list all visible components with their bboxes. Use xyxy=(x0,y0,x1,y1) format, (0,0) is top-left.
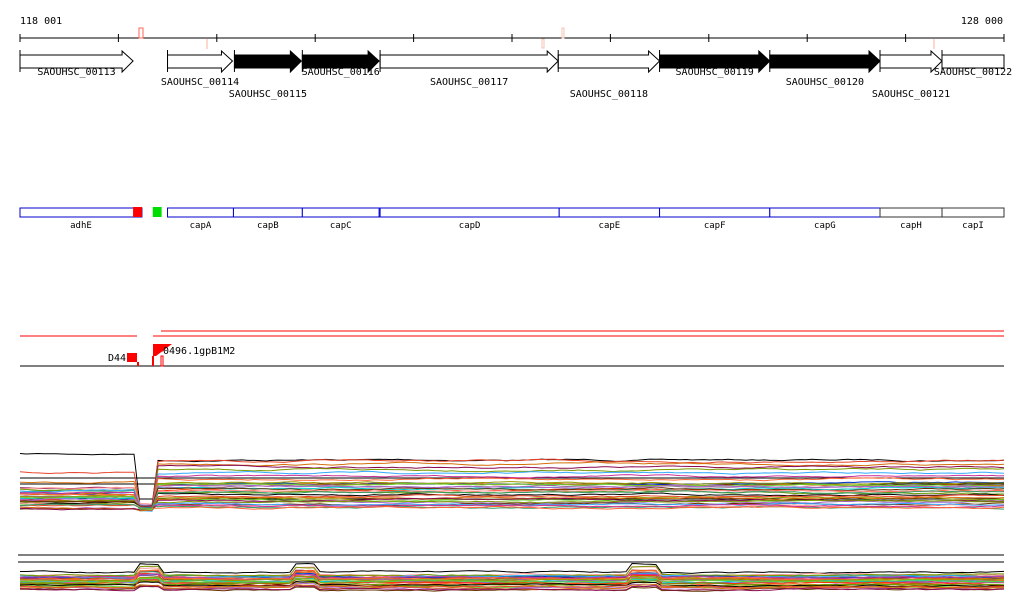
variant-marker xyxy=(206,39,208,49)
variant-marker xyxy=(138,27,144,39)
annotation-label: capI xyxy=(962,221,984,231)
annotation-label: capC xyxy=(330,221,352,231)
feature-label-d44: D44 xyxy=(108,353,126,364)
gene-saouhsc_00116[interactable]: SAOUHSC_00116 xyxy=(302,49,380,78)
gene-saouhsc_00119[interactable]: SAOUHSC_00119 xyxy=(659,49,771,78)
gene-saouhsc_00117[interactable]: SAOUHSC_00117 xyxy=(379,49,559,88)
gene-label: SAOUHSC_00121 xyxy=(872,89,950,100)
coverage-panel-top xyxy=(19,452,1005,512)
gene-label: SAOUHSC_00119 xyxy=(676,67,754,78)
ruler-start-label: 118 001 xyxy=(20,16,62,27)
coverage-trace xyxy=(20,562,1005,574)
feature-block[interactable] xyxy=(127,353,137,362)
annotation-box[interactable] xyxy=(301,207,380,218)
gene-label: SAOUHSC_00122 xyxy=(934,67,1012,78)
annotation-capH[interactable]: capH xyxy=(879,207,943,231)
annotation-label: capA xyxy=(190,221,212,231)
annotation-label: capG xyxy=(814,221,836,231)
annotation-box[interactable] xyxy=(558,207,661,218)
gene-label: SAOUHSC_00116 xyxy=(302,67,380,78)
annotation-label: adhE xyxy=(70,221,92,231)
gene-arrow[interactable] xyxy=(379,49,559,74)
annotation-box[interactable] xyxy=(19,207,143,218)
gene-label: SAOUHSC_00118 xyxy=(570,89,648,100)
gene-saouhsc_00115[interactable]: SAOUHSC_00115 xyxy=(229,49,307,100)
annotation-capD[interactable]: capD xyxy=(379,207,560,231)
variant-marker xyxy=(541,38,545,49)
ruler-end-label: 128 000 xyxy=(961,16,1003,27)
annotation-box[interactable] xyxy=(167,207,234,218)
gene-track: SAOUHSC_00113 SAOUHSC_00114SAOUHSC_00115 S… xyxy=(19,49,1012,100)
feature-tick xyxy=(160,355,164,367)
coordinate-ruler: 118 001 128 000 xyxy=(19,16,1005,49)
gene-arrow[interactable] xyxy=(879,49,943,74)
annotation-adhE[interactable]: adhE xyxy=(19,207,143,231)
variant-marker xyxy=(933,39,935,49)
annotation-box[interactable] xyxy=(659,207,771,218)
annotation-box[interactable] xyxy=(941,207,1005,218)
annotation-label: capF xyxy=(704,221,726,231)
annotation-capF[interactable]: capF xyxy=(659,207,771,231)
feature-track: D44 0496.1gpB1M2 xyxy=(20,330,1004,367)
feature-tick xyxy=(152,356,154,366)
gene-saouhsc_00118[interactable]: SAOUHSC_00118 xyxy=(557,49,661,100)
annotation-label: capD xyxy=(459,221,481,231)
annotation-capC[interactable]: capC xyxy=(301,207,380,231)
gene-saouhsc_00114[interactable]: SAOUHSC_00114 xyxy=(161,49,239,88)
annotation-box[interactable] xyxy=(879,207,943,218)
annotation-box[interactable] xyxy=(232,207,303,218)
annotation-capG[interactable]: capG xyxy=(769,207,881,231)
feature-label-overlap: 0496.1gpB1M2 xyxy=(163,346,235,357)
gene-arrow[interactable] xyxy=(557,49,661,74)
gene-arrow[interactable] xyxy=(769,49,881,74)
feature-tick xyxy=(137,362,139,366)
gene-saouhsc_00122[interactable]: SAOUHSC_00122 xyxy=(934,50,1012,78)
gene-saouhsc_00120[interactable]: SAOUHSC_00120 xyxy=(769,49,881,88)
annotation-label: capB xyxy=(257,221,279,231)
gene-arrow[interactable] xyxy=(233,49,303,74)
gene-label: SAOUHSC_00117 xyxy=(430,77,508,88)
annotation-marker[interactable] xyxy=(152,207,162,217)
annotation-track: adhE capA capB capC capD capE capF capG capH capI xyxy=(19,207,1005,231)
genome-browser-view[interactable]: 118 001 128 000 SAOUHSC_00113SAOUHSC_001… xyxy=(0,0,1024,611)
annotation-label: capE xyxy=(599,221,621,231)
variant-marker xyxy=(561,27,565,39)
gene-arrow[interactable] xyxy=(167,49,234,74)
annotation-box[interactable] xyxy=(769,207,881,218)
annotation-box[interactable] xyxy=(379,207,560,218)
gene-label: SAOUHSC_00113 xyxy=(37,67,115,78)
gene-label: SAOUHSC_00120 xyxy=(786,77,864,88)
gene-label: SAOUHSC_00114 xyxy=(161,77,239,88)
gene-label: SAOUHSC_00115 xyxy=(229,89,307,100)
annotation-label: capH xyxy=(900,221,922,231)
annotation-capA[interactable]: capA xyxy=(167,207,234,231)
annotation-marker[interactable] xyxy=(133,207,142,217)
annotation-capB[interactable]: capB xyxy=(232,207,303,231)
gene-saouhsc_00113[interactable]: SAOUHSC_00113 xyxy=(19,49,134,78)
coverage-panel-bottom xyxy=(18,554,1005,592)
annotation-capI[interactable]: capI xyxy=(941,207,1005,231)
annotation-capE[interactable]: capE xyxy=(558,207,661,231)
